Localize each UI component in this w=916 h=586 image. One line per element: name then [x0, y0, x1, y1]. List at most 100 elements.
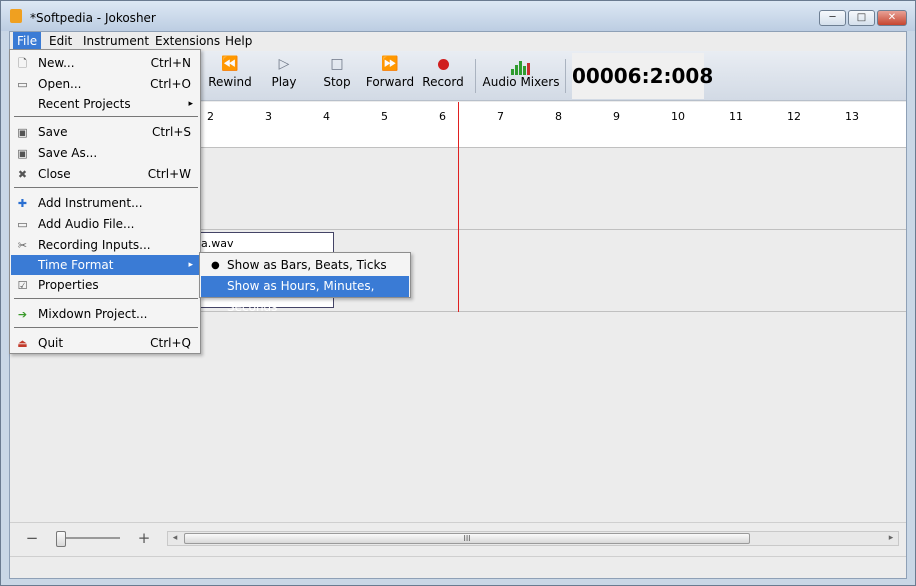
- submenu-item-label: Show as Bars, Beats, Ticks: [227, 258, 387, 272]
- menu-item-label: Properties: [38, 278, 99, 292]
- ruler-tick: 9: [613, 110, 620, 123]
- play-icon: ▷: [278, 56, 290, 72]
- window-title: *Softpedia - Jokosher: [30, 11, 156, 25]
- menu-item-accel: Ctrl+O: [150, 77, 191, 91]
- menu-item-label: Recording Inputs...: [38, 238, 151, 252]
- menu-item-label: Mixdown Project...: [38, 307, 148, 321]
- tools-icon: ✂: [17, 239, 28, 252]
- menu-item-accel: Ctrl+Q: [150, 336, 191, 350]
- submenu-item-hours-minutes-seconds[interactable]: Show as Hours, Minutes, Seconds: [201, 276, 409, 314]
- stop-icon: □: [330, 56, 344, 72]
- audio-event-label: a.wav: [201, 237, 234, 250]
- menu-item-properties[interactable]: ☑ Properties: [11, 275, 199, 295]
- menu-item-close[interactable]: ✖ Close Ctrl+W: [11, 164, 199, 184]
- ruler-tick: 10: [671, 110, 685, 123]
- menu-item-save-as[interactable]: ▣ Save As...: [11, 143, 199, 163]
- toolbar-separator: [565, 59, 566, 93]
- play-button[interactable]: ▷ Play: [256, 53, 312, 99]
- submenu-item-label: Show as Hours, Minutes, Seconds: [227, 279, 375, 314]
- status-bar: [10, 556, 906, 578]
- menu-item-label: Time Format: [38, 258, 114, 272]
- rewind-button[interactable]: ⏪ Rewind: [202, 53, 258, 99]
- toolbar-separator: [475, 59, 476, 93]
- ruler-tick: 4: [323, 110, 330, 123]
- menu-item-mixdown-project[interactable]: ➔ Mixdown Project...: [11, 304, 199, 324]
- audio-mixers-button[interactable]: Audio Mixers: [482, 53, 560, 99]
- zoom-in-icon[interactable]: +: [134, 528, 154, 548]
- menu-item-add-instrument[interactable]: ✚ Add Instrument...: [11, 193, 199, 213]
- menu-separator: [14, 298, 198, 299]
- audio-mixers-label: Audio Mixers: [482, 75, 560, 89]
- rewind-icon: ⏪: [221, 56, 239, 72]
- close-x-icon: ✖: [17, 168, 28, 181]
- ruler-tick: 8: [555, 110, 562, 123]
- menu-help[interactable]: Help: [221, 32, 256, 51]
- forward-button[interactable]: ⏩ Forward: [362, 53, 418, 99]
- menu-item-accel: Ctrl+W: [147, 167, 191, 181]
- file-menu-dropdown: 🗋 New... Ctrl+N ▭ Open... Ctrl+O Recent …: [9, 49, 201, 354]
- menu-item-label: Recent Projects: [38, 97, 131, 111]
- menu-item-label: Open...: [38, 77, 82, 91]
- minimize-button[interactable]: ─: [819, 10, 846, 26]
- open-folder-icon: ▭: [17, 78, 28, 91]
- submenu-arrow-icon: ▸: [188, 99, 193, 109]
- maximize-button[interactable]: □: [848, 10, 875, 26]
- ruler-tick: 11: [729, 110, 743, 123]
- ruler-tick: 2: [207, 110, 214, 123]
- menu-item-accel: Ctrl+S: [151, 125, 191, 139]
- menu-item-label: New...: [38, 56, 75, 70]
- close-window-button[interactable]: ✕: [877, 10, 907, 26]
- quit-door-icon: ⏏: [17, 337, 28, 350]
- menu-item-label: Add Audio File...: [38, 217, 135, 231]
- save-as-icon: ▣: [17, 147, 28, 160]
- jokosher-app-icon: [10, 9, 22, 23]
- scrollbar-thumb[interactable]: III: [184, 533, 750, 544]
- ruler-tick: 5: [381, 110, 388, 123]
- time-display[interactable]: 00006:2:008: [572, 53, 713, 99]
- save-icon: ▣: [17, 126, 28, 139]
- add-plus-icon: ✚: [17, 197, 28, 210]
- menu-separator: [14, 187, 198, 188]
- ruler-tick: 6: [439, 110, 446, 123]
- radio-bullet-icon: ●: [211, 260, 220, 271]
- menu-item-label: Save: [38, 125, 68, 139]
- menu-item-new[interactable]: 🗋 New... Ctrl+N: [11, 53, 199, 73]
- menu-item-time-format[interactable]: Time Format ▸: [11, 255, 199, 275]
- play-label: Play: [271, 75, 297, 89]
- playhead-line[interactable]: [458, 102, 459, 312]
- forward-icon: ⏩: [381, 56, 399, 72]
- menu-item-label: Quit: [38, 336, 64, 350]
- rewind-label: Rewind: [208, 75, 252, 89]
- menu-item-label: Close: [38, 167, 71, 181]
- ruler-tick: 13: [845, 110, 859, 123]
- submenu-arrow-icon: ▸: [188, 260, 193, 270]
- stop-label: Stop: [323, 75, 351, 89]
- menu-item-save[interactable]: ▣ Save Ctrl+S: [11, 122, 199, 142]
- menu-item-quit[interactable]: ⏏ Quit Ctrl+Q: [11, 333, 199, 353]
- forward-label: Forward: [365, 75, 415, 89]
- scroll-left-icon[interactable]: ◂: [168, 532, 182, 545]
- ruler-tick: 3: [265, 110, 272, 123]
- ruler-tick: 7: [497, 110, 504, 123]
- menu-item-open[interactable]: ▭ Open... Ctrl+O: [11, 74, 199, 94]
- new-file-icon: 🗋: [18, 57, 27, 70]
- time-format-submenu: ● Show as Bars, Beats, Ticks Show as Hou…: [199, 252, 411, 314]
- horizontal-scrollbar[interactable]: ◂ III ▸: [167, 531, 899, 546]
- menu-separator: [14, 327, 198, 328]
- zoom-out-icon[interactable]: −: [22, 528, 42, 548]
- record-button[interactable]: Record: [415, 53, 471, 99]
- mixdown-arrow-icon: ➔: [17, 308, 28, 321]
- scroll-right-icon[interactable]: ▸: [884, 532, 898, 545]
- menu-item-recording-inputs[interactable]: ✂ Recording Inputs...: [11, 235, 199, 255]
- menu-item-add-audio-file[interactable]: ▭ Add Audio File...: [11, 214, 199, 234]
- menu-item-label: Save As...: [38, 146, 98, 160]
- submenu-item-bars-beats-ticks[interactable]: ● Show as Bars, Beats, Ticks: [201, 255, 409, 276]
- stop-button[interactable]: □ Stop: [309, 53, 365, 99]
- menu-item-recent-projects[interactable]: Recent Projects ▸: [11, 94, 199, 114]
- menu-item-label: Add Instrument...: [38, 196, 143, 210]
- bottom-bar: − + ◂ III ▸: [10, 522, 906, 552]
- zoom-slider-handle[interactable]: [56, 531, 66, 547]
- properties-icon: ☑: [17, 279, 28, 292]
- record-label: Record: [422, 75, 464, 89]
- title-bar: *Softpedia - Jokosher ─ □ ✕: [1, 1, 915, 31]
